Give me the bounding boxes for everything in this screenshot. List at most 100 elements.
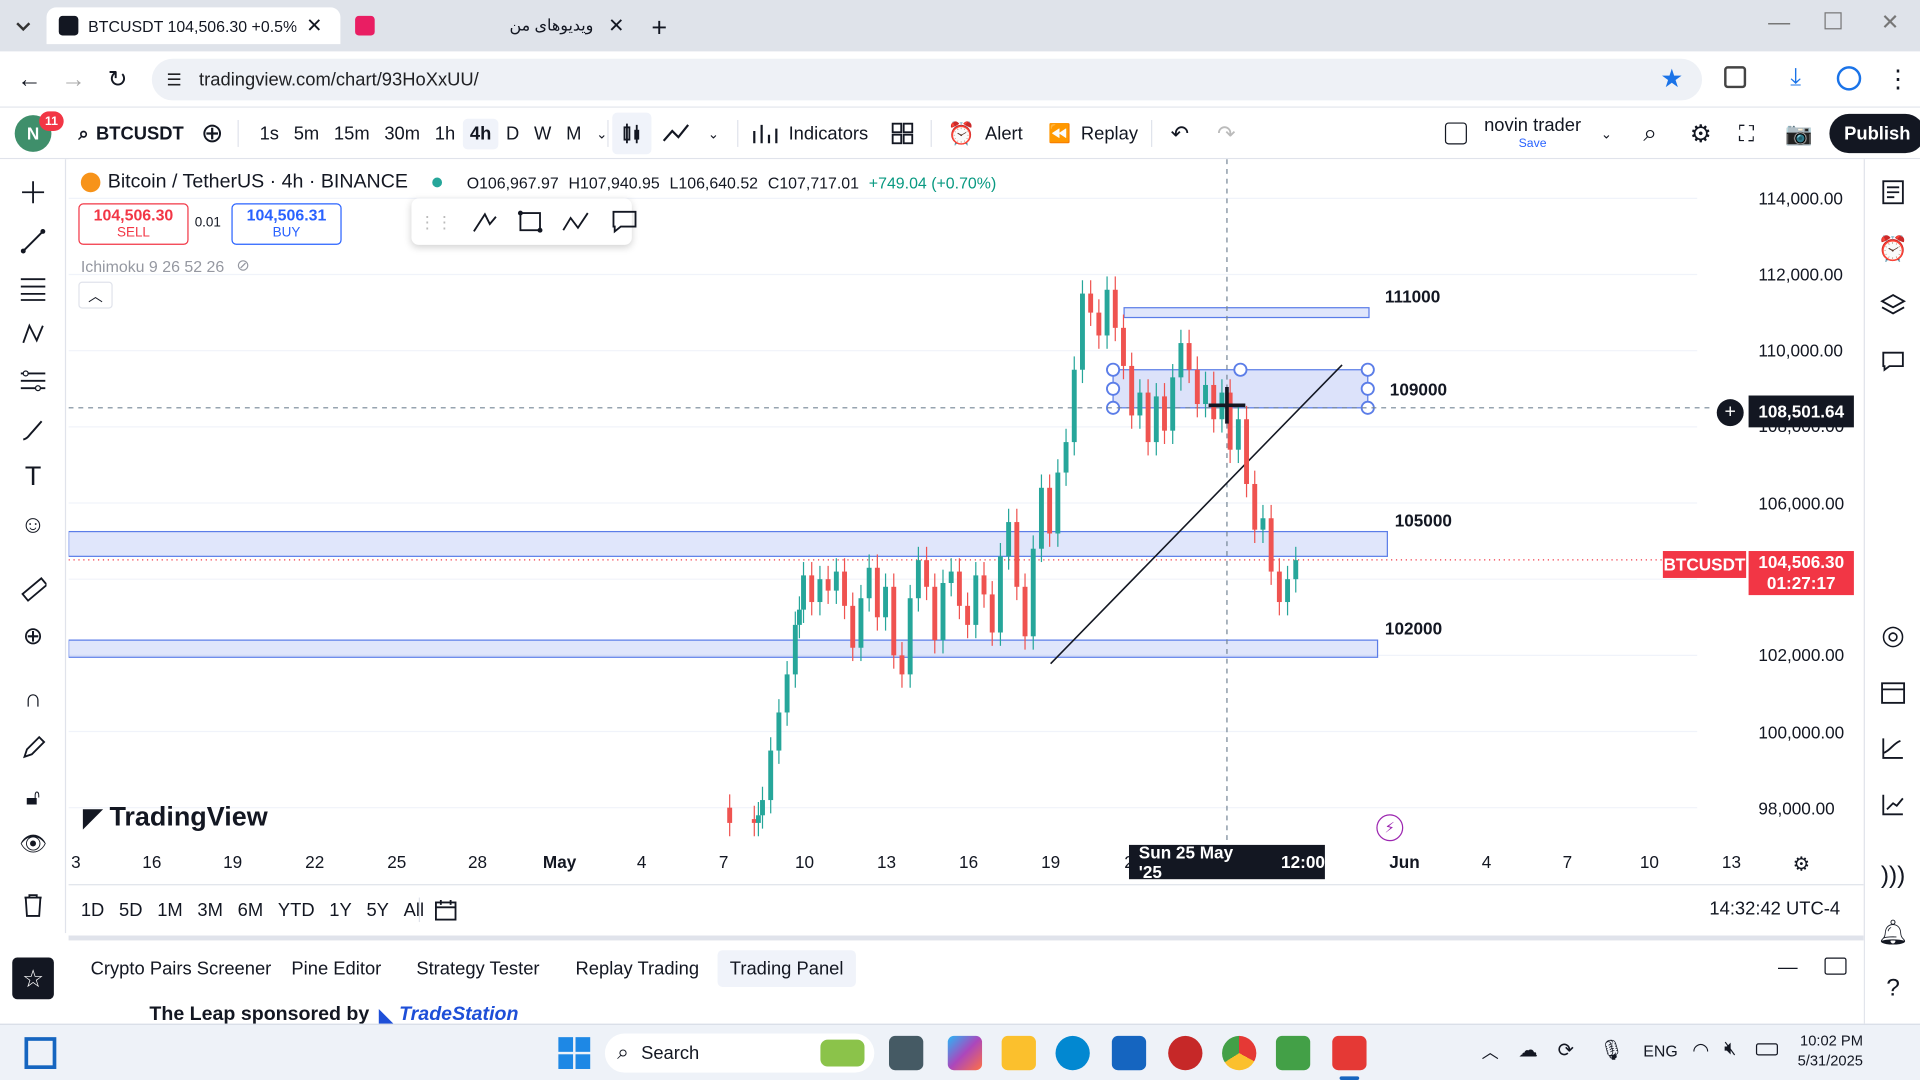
profile-icon[interactable] bbox=[1836, 66, 1862, 91]
chrome-icon[interactable] bbox=[1222, 1035, 1257, 1071]
publish-button[interactable]: Publish bbox=[1829, 113, 1920, 154]
interval-15m[interactable]: 15m bbox=[327, 123, 377, 144]
tab-crypto-pairs-screener[interactable]: Crypto Pairs Screener bbox=[78, 950, 283, 987]
calendar-icon[interactable] bbox=[1875, 673, 1912, 710]
forward-arrow-icon[interactable]: → bbox=[61, 66, 85, 94]
fib-retracement-icon[interactable] bbox=[15, 269, 52, 306]
chart-canvas[interactable] bbox=[68, 159, 1864, 884]
camera-snapshot-icon[interactable]: 📷 bbox=[1785, 108, 1812, 159]
close-window-icon[interactable]: ✕ bbox=[1881, 10, 1899, 36]
tab-pine-editor[interactable]: Pine Editor bbox=[279, 950, 393, 987]
target-icon[interactable]: ◎ bbox=[1875, 617, 1912, 654]
interval-w[interactable]: W bbox=[527, 123, 559, 144]
store-icon[interactable] bbox=[1111, 1035, 1147, 1071]
range-5d-button[interactable]: 5D bbox=[119, 899, 142, 920]
interval-5m[interactable]: 5m bbox=[286, 123, 326, 144]
line-chart-type-icon[interactable] bbox=[661, 108, 693, 159]
minimize-panel-icon[interactable]: — bbox=[1778, 958, 1798, 980]
trash-icon[interactable] bbox=[15, 887, 52, 924]
brush-icon[interactable] bbox=[15, 411, 52, 448]
zoom-in-icon[interactable]: ⊕ bbox=[15, 617, 52, 654]
strategy-branch-icon[interactable] bbox=[1875, 730, 1912, 767]
replay-button[interactable]: ⏪ Replay bbox=[1048, 108, 1138, 159]
range-6m-button[interactable]: 6M bbox=[238, 899, 264, 920]
notifications-bell-icon[interactable]: 🔔︎ bbox=[1875, 913, 1912, 950]
unlock-icon[interactable]: 🔓︎ bbox=[15, 779, 52, 816]
interval-d[interactable]: D bbox=[499, 123, 527, 144]
undo-icon[interactable]: ↶ bbox=[1171, 108, 1189, 159]
interval-1h[interactable]: 1h bbox=[427, 123, 462, 144]
tab-close-icon[interactable]: ✕ bbox=[306, 13, 322, 37]
bookmark-star-icon[interactable]: ★ bbox=[1660, 64, 1683, 95]
comment-callout-icon[interactable] bbox=[610, 208, 639, 235]
fullscreen-icon[interactable]: ⛶ bbox=[1739, 108, 1754, 159]
quick-search-icon[interactable]: ⌕ bbox=[1643, 108, 1657, 159]
alert-button[interactable]: ⏰ Alert bbox=[948, 108, 1023, 159]
rectangle-tool-icon[interactable] bbox=[517, 208, 544, 235]
tab-btcusdt[interactable]: BTCUSDT 104,506.30 +0.5% … ✕ bbox=[46, 7, 341, 45]
range-1m-button[interactable]: 1M bbox=[157, 899, 183, 920]
tab-close-icon[interactable]: ✕ bbox=[608, 13, 624, 37]
compare-symbol-plus-icon[interactable]: ⊕ bbox=[201, 108, 224, 159]
taskbar-search[interactable]: ⌕ Search bbox=[604, 1033, 875, 1073]
object-tree-layers-icon[interactable] bbox=[1875, 287, 1912, 324]
symbol-title[interactable]: Bitcoin / TetherUS · 4h · BINANCE bbox=[108, 171, 408, 193]
indicators-button[interactable]: Indicators bbox=[752, 108, 868, 159]
add-alert-plus-icon[interactable]: + bbox=[1716, 399, 1744, 427]
range-all-button[interactable]: All bbox=[404, 899, 424, 920]
windows-start-icon[interactable] bbox=[558, 1037, 591, 1069]
candles-chart-type-icon[interactable] bbox=[612, 112, 652, 155]
camtasia-green-icon[interactable] bbox=[1275, 1035, 1311, 1071]
tab-trading-panel[interactable]: Trading Panel bbox=[717, 950, 856, 987]
microphone-icon[interactable]: 🎙︎ bbox=[1599, 1038, 1624, 1062]
line-color-icon[interactable] bbox=[470, 208, 499, 235]
tab-replay-trading[interactable]: Replay Trading bbox=[563, 950, 711, 987]
symbol-search-button[interactable]: ⌕ BTCUSDT bbox=[78, 108, 183, 159]
app-p-icon[interactable] bbox=[1168, 1035, 1203, 1071]
range-ytd-button[interactable]: YTD bbox=[278, 899, 315, 920]
drag-handle-icon[interactable]: ⋮⋮ bbox=[419, 211, 453, 232]
favorites-star-icon[interactable]: ☆ bbox=[12, 957, 54, 1000]
battery-icon[interactable] bbox=[1755, 1043, 1778, 1056]
language-indicator[interactable]: ENG bbox=[1643, 1042, 1677, 1060]
interval-1s[interactable]: 1s bbox=[252, 123, 286, 144]
ruler-measure-icon[interactable] bbox=[15, 571, 52, 608]
alerts-clock-icon[interactable]: ⏰ bbox=[1875, 230, 1912, 267]
range-1d-button[interactable]: 1D bbox=[81, 899, 104, 920]
chart-pane[interactable]: Bitcoin / TetherUS · 4h · BINANCE O106,9… bbox=[68, 159, 1864, 934]
sell-button[interactable]: 104,506.30 SELL bbox=[78, 203, 189, 245]
camtasia-recorder-icon[interactable] bbox=[1332, 1035, 1367, 1071]
watchlist-icon[interactable] bbox=[1875, 174, 1912, 211]
copilot-icon[interactable] bbox=[947, 1035, 983, 1071]
text-tool-icon[interactable]: T bbox=[15, 458, 52, 495]
tab-strategy-tester[interactable]: Strategy Tester bbox=[404, 950, 552, 987]
buy-button[interactable]: 104,506.31 BUY bbox=[231, 203, 342, 245]
settings-gear-icon[interactable]: ⚙ bbox=[1690, 108, 1712, 159]
goto-date-calendar-icon[interactable] bbox=[433, 898, 457, 922]
streams-broadcast-icon[interactable]: ))) bbox=[1875, 857, 1912, 894]
layouts-grid-icon[interactable] bbox=[891, 108, 914, 159]
widgets-icon[interactable] bbox=[24, 1037, 57, 1069]
minimize-window-icon[interactable]: — bbox=[1768, 10, 1790, 36]
edge-browser-icon[interactable] bbox=[1055, 1035, 1090, 1071]
timezone-clock[interactable]: 14:32:42 UTC-4 bbox=[1709, 899, 1840, 920]
maximize-panel-icon[interactable] bbox=[1824, 957, 1847, 975]
extensions-icon[interactable] bbox=[1724, 66, 1747, 89]
url-field[interactable]: ☰ tradingview.com/chart/93HoXxUU/ bbox=[151, 58, 1703, 101]
interval-m[interactable]: M bbox=[559, 123, 589, 144]
hidden-eye-icon[interactable]: ⊘ bbox=[236, 256, 249, 276]
pine-chart-icon[interactable] bbox=[1875, 786, 1912, 823]
tab-my-videos[interactable]: ویدیوهای من ✕ bbox=[343, 7, 637, 44]
collapse-legend-chevron-up-icon[interactable]: ︿ bbox=[78, 281, 113, 309]
maximize-window-icon[interactable] bbox=[1824, 12, 1842, 30]
interval-chevron-down-icon[interactable]: ⌄ bbox=[589, 126, 615, 142]
redo-icon[interactable]: ↷ bbox=[1217, 108, 1235, 159]
back-arrow-icon[interactable]: ← bbox=[17, 66, 41, 94]
volume-muted-icon[interactable]: 🔇︎ bbox=[1724, 1038, 1736, 1060]
new-tab-plus-icon[interactable]: + bbox=[651, 12, 667, 44]
trend-line-icon[interactable] bbox=[15, 223, 52, 260]
indicator-row[interactable]: Ichimoku 9 26 52 26 ⊘ bbox=[81, 256, 250, 276]
site-info-icon[interactable]: ☰ bbox=[167, 69, 182, 90]
eye-visibility-icon[interactable]: 👁︎ bbox=[15, 825, 52, 862]
chat-icon[interactable] bbox=[1875, 343, 1912, 380]
